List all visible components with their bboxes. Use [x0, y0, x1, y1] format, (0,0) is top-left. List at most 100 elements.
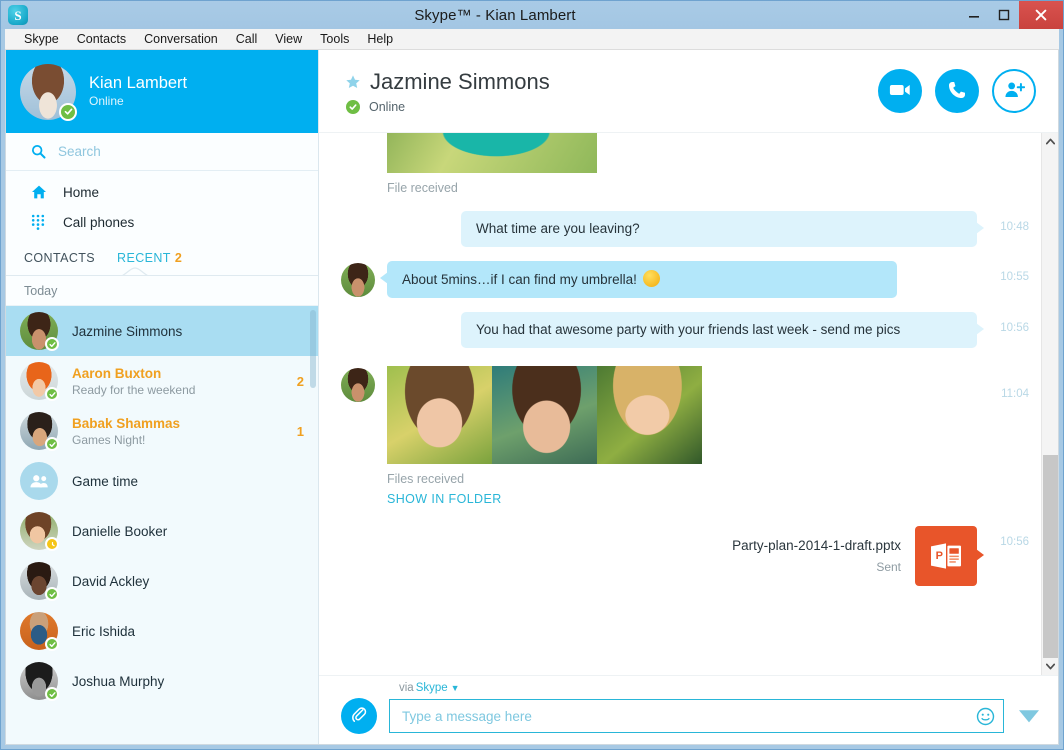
list-item-name: Babak Shammas — [72, 415, 289, 432]
list-item-meta: Babak Shammas Games Night! — [72, 415, 289, 448]
received-photo-1[interactable] — [387, 366, 492, 464]
via-label[interactable]: viaSkype▼ — [341, 682, 1042, 694]
menu-call[interactable]: Call — [227, 29, 267, 49]
message-input[interactable] — [402, 709, 970, 724]
active-tab-indicator — [115, 265, 155, 276]
my-avatar — [20, 64, 76, 120]
menu-conversation[interactable]: Conversation — [135, 29, 227, 49]
composer-row — [341, 698, 1042, 734]
conversation-header: Jazmine Simmons Online — [319, 50, 1058, 133]
received-photo[interactable] — [387, 133, 597, 173]
avatar — [20, 412, 58, 450]
tab-recent[interactable]: RECENT2 — [117, 251, 182, 266]
minimize-button[interactable] — [959, 1, 989, 29]
maximize-button[interactable] — [989, 1, 1019, 29]
avatar — [20, 462, 58, 500]
messages-region: File received What time are you leaving?… — [319, 133, 1058, 675]
window-title: Skype™ - Kian Lambert — [1, 7, 959, 24]
file-caption: File received — [387, 181, 977, 195]
menu-contacts[interactable]: Contacts — [68, 29, 135, 49]
list-item-meta: Game time — [72, 473, 304, 490]
list-item-meta: David Ackley — [72, 573, 304, 590]
menu-skype[interactable]: Skype — [15, 29, 68, 49]
list-item-name: Danielle Booker — [72, 523, 304, 540]
group-icon — [20, 462, 58, 500]
message-content: Files received SHOW IN FOLDER — [387, 366, 977, 508]
tab-recent-label: RECENT — [117, 251, 171, 265]
skype-logo-icon: S — [8, 5, 28, 25]
menu-help[interactable]: Help — [358, 29, 402, 49]
voice-call-button[interactable] — [935, 69, 979, 113]
conversation-actions — [878, 69, 1036, 113]
received-photo-2[interactable] — [492, 366, 597, 464]
sidebar-scrollbar-thumb[interactable] — [310, 310, 316, 388]
skype-window: S Skype™ - Kian Lambert Skype Contacts C… — [0, 0, 1064, 750]
sidebar-item-home[interactable]: Home — [6, 177, 318, 207]
my-name: Kian Lambert — [89, 73, 187, 93]
presence-badge-online — [45, 637, 59, 651]
my-profile[interactable]: Kian Lambert Online — [6, 50, 318, 133]
chevron-down-icon: ▼ — [451, 683, 460, 693]
list-item-jazmine-simmons[interactable]: Jazmine Simmons — [6, 306, 318, 356]
list-item-name: David Ackley — [72, 573, 304, 590]
list-item-unread-count: 1 — [297, 424, 304, 439]
list-item-unread-count: 2 — [297, 374, 304, 389]
list-item-name: Aaron Buxton — [72, 365, 289, 382]
contacts-list: Jazmine Simmons Aaron Buxton Ready for t… — [6, 306, 318, 744]
conversation-pane: Jazmine Simmons Online — [319, 50, 1058, 744]
scroll-down-icon[interactable] — [1042, 658, 1059, 675]
grinning-face-icon — [643, 270, 660, 287]
svg-text:P: P — [936, 550, 943, 562]
received-photo-3[interactable] — [597, 366, 702, 464]
message-row-incoming-text: About 5mins…if I can find my umbrella! 1… — [319, 261, 1029, 298]
list-item-babak-shammas[interactable]: Babak Shammas Games Night! 1 — [6, 406, 318, 456]
scrollbar-thumb[interactable] — [1043, 455, 1058, 658]
star-icon[interactable] — [345, 74, 361, 90]
message-time: 10:56 — [977, 526, 1029, 548]
conversation-title-row: Jazmine Simmons — [345, 69, 878, 95]
search-input[interactable] — [58, 144, 258, 159]
conversation-scrollbar[interactable] — [1041, 133, 1058, 675]
sidebar-item-call-phones[interactable]: Call phones — [6, 207, 318, 237]
list-item-david-ackley[interactable]: David Ackley — [6, 556, 318, 606]
phone-icon — [947, 80, 967, 103]
message-time: 10:56 — [977, 312, 1029, 334]
menu-view[interactable]: View — [266, 29, 311, 49]
message-bubble: What time are you leaving? — [461, 211, 977, 247]
list-item-eric-ishida[interactable]: Eric Ishida — [6, 606, 318, 656]
tab-contacts[interactable]: CONTACTS — [24, 251, 95, 266]
list-item-danielle-booker[interactable]: Danielle Booker — [6, 506, 318, 556]
video-call-button[interactable] — [878, 69, 922, 113]
conversation-contact: Jazmine Simmons Online — [345, 69, 878, 114]
message-content: What time are you leaving? — [387, 211, 977, 247]
file-caption: Files received — [387, 472, 977, 486]
send-button[interactable] — [1016, 707, 1042, 725]
message-time: 10:48 — [977, 211, 1029, 233]
sidebar-item-home-label: Home — [63, 185, 99, 200]
search-icon — [31, 144, 46, 159]
message-content: Party-plan-2014-1-draft.pptx Sent P — [387, 526, 977, 586]
message-input-box[interactable] — [389, 699, 1004, 733]
search-row[interactable] — [6, 133, 318, 171]
message-avatar-spacer — [341, 211, 375, 213]
list-item-aaron-buxton[interactable]: Aaron Buxton Ready for the weekend 2 — [6, 356, 318, 406]
menu-bar: Skype Contacts Conversation Call View To… — [5, 29, 1059, 50]
sidebar-item-call-phones-label: Call phones — [63, 215, 134, 230]
add-people-button[interactable] — [992, 69, 1036, 113]
scroll-up-icon[interactable] — [1042, 133, 1059, 150]
attach-file-button[interactable] — [341, 698, 377, 734]
show-in-folder-link[interactable]: SHOW IN FOLDER — [387, 492, 502, 506]
close-button[interactable] — [1019, 1, 1063, 29]
avatar-image — [341, 368, 375, 402]
sent-file-text: Party-plan-2014-1-draft.pptx Sent — [732, 536, 901, 576]
list-item-preview: Ready for the weekend — [72, 382, 289, 398]
menu-tools[interactable]: Tools — [311, 29, 358, 49]
list-item-joshua-murphy[interactable]: Joshua Murphy — [6, 656, 318, 706]
sent-file[interactable]: Party-plan-2014-1-draft.pptx Sent P — [387, 526, 977, 586]
list-item-game-time[interactable]: Game time — [6, 456, 318, 506]
presence-badge-online — [45, 337, 59, 351]
outgoing-align: What time are you leaving? — [387, 211, 977, 247]
scrollbar-track[interactable] — [1042, 150, 1059, 658]
smiley-icon[interactable] — [976, 707, 995, 726]
presence-badge-online — [59, 103, 77, 121]
